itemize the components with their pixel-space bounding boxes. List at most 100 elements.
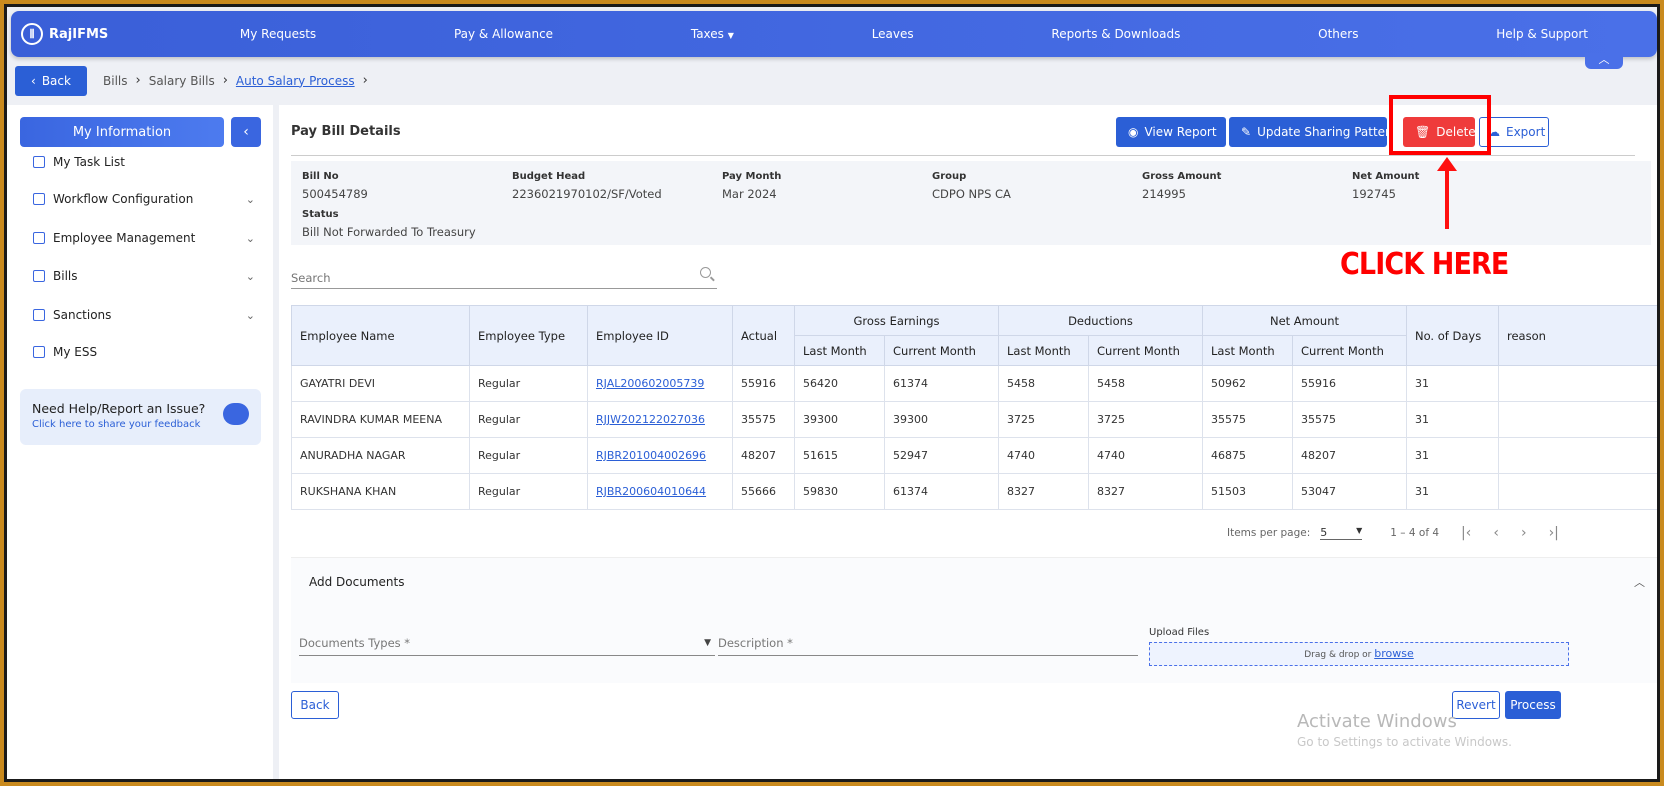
file-dropzone[interactable]: Drag & drop or browse — [1149, 642, 1569, 666]
cell-name: RAVINDRA KUMAR MEENA — [291, 401, 470, 438]
gross-amount-label: Gross Amount — [1142, 171, 1222, 182]
employee-id-link[interactable]: RJJW202122027036 — [596, 413, 705, 426]
breadcrumb-salary-bills[interactable]: Salary Bills — [149, 74, 215, 88]
back-button[interactable]: Back — [291, 691, 339, 719]
prev-page-icon[interactable]: ‹ — [1493, 525, 1499, 541]
feedback-link[interactable]: Click here to share your feedback — [32, 419, 249, 430]
chat-icon — [223, 403, 249, 425]
sidebar-item-bills[interactable]: Bills ⌄ — [33, 269, 255, 283]
chevron-down-icon: ⌄ — [245, 269, 255, 283]
employee-id-link[interactable]: RJBR201004002696 — [596, 449, 706, 462]
col-ded-last[interactable]: Last Month — [998, 335, 1089, 366]
cell-type: Regular — [469, 365, 588, 402]
chevron-right-icon: › — [222, 73, 228, 88]
cell-days: 31 — [1406, 401, 1499, 438]
nav-pay-allowance[interactable]: Pay & Allowance — [454, 27, 553, 41]
col-no-of-days[interactable]: No. of Days — [1406, 305, 1499, 366]
sidebar-item-label: Workflow Configuration — [53, 192, 194, 206]
sidebar-item-workflow[interactable]: Workflow Configuration ⌄ — [33, 192, 255, 206]
cell-net-last: 51503 — [1202, 473, 1293, 510]
search-input[interactable] — [291, 271, 671, 285]
cell-reason — [1498, 437, 1657, 474]
add-documents-title[interactable]: Add Documents — [309, 575, 404, 589]
first-page-icon[interactable]: |‹ — [1461, 525, 1471, 541]
app-frame: ⫼ RajIFMS My Requests Pay & Allowance Ta… — [4, 4, 1660, 782]
col-employee-id[interactable]: Employee ID — [587, 305, 733, 366]
sidebar-item-task-list[interactable]: My Task List — [33, 155, 255, 169]
bill-icon — [33, 270, 45, 282]
sidebar-item-label: Employee Management — [53, 231, 196, 245]
collapse-sidebar-button[interactable]: ‹ — [231, 117, 261, 147]
search-icon[interactable] — [700, 267, 711, 278]
back-nav-button[interactable]: ‹ Back — [15, 66, 87, 96]
help-box[interactable]: Need Help/Report an Issue? Click here to… — [20, 389, 261, 445]
workflow-icon — [33, 193, 45, 205]
cell-net-current: 55916 — [1292, 365, 1407, 402]
document-types-select[interactable]: Documents Types * ▼ — [299, 636, 715, 656]
nav-taxes-label: Taxes — [690, 27, 724, 41]
hand-icon — [33, 346, 45, 358]
nav-reports-downloads[interactable]: Reports & Downloads — [1051, 27, 1180, 41]
cell-net-current: 35575 — [1292, 401, 1407, 438]
col-employee-name[interactable]: Employee Name — [291, 305, 470, 366]
process-button[interactable]: Process — [1505, 691, 1561, 719]
cell-id: RJBR200604010644 — [587, 473, 733, 510]
col-gross-current[interactable]: Current Month — [884, 335, 999, 366]
cell-type: Regular — [469, 401, 588, 438]
cell-type: Regular — [469, 437, 588, 474]
update-sharing-label: Update Sharing Pattern — [1257, 125, 1398, 139]
sidebar-item-my-ess[interactable]: My ESS — [33, 345, 255, 359]
description-field[interactable]: Description * — [718, 636, 1138, 656]
view-report-button[interactable]: ◉ View Report — [1116, 117, 1226, 147]
chevron-up-icon[interactable]: ︿ — [1634, 574, 1645, 590]
title-divider — [291, 155, 1635, 156]
col-reason[interactable]: reason — [1498, 305, 1657, 366]
cell-reason — [1498, 365, 1657, 402]
cell-gross-current: 61374 — [884, 365, 999, 402]
main-panel: Pay Bill Details ◉ View Report ✎ Update … — [279, 105, 1657, 779]
collapse-nav-button[interactable]: ︿ — [1585, 53, 1623, 69]
col-gross-last[interactable]: Last Month — [794, 335, 885, 366]
gross-amount-field: Gross Amount 214995 — [1142, 171, 1221, 201]
my-information-header[interactable]: My Information — [20, 117, 224, 147]
page-size-value: 5 — [1320, 526, 1328, 539]
col-net-amount: Net Amount — [1202, 305, 1407, 336]
col-net-current[interactable]: Current Month — [1292, 335, 1407, 366]
pencil-icon: ✎ — [1241, 125, 1252, 139]
col-ded-current[interactable]: Current Month — [1088, 335, 1203, 366]
sidebar-item-employee-mgmt[interactable]: Employee Management ⌄ — [33, 231, 255, 245]
chevron-right-icon: › — [135, 73, 141, 88]
cell-ded-last: 5458 — [998, 365, 1089, 402]
nav-taxes[interactable]: Taxes ▼ — [691, 27, 734, 41]
sidebar-item-sanctions[interactable]: Sanctions ⌄ — [33, 308, 255, 322]
employee-id-link[interactable]: RJBR200604010644 — [596, 485, 706, 498]
app-logo[interactable]: ⫼ RajIFMS — [21, 23, 171, 45]
status-label: Status — [302, 209, 339, 220]
browse-link[interactable]: browse — [1374, 647, 1414, 660]
next-page-icon[interactable]: › — [1521, 525, 1527, 541]
page-size-select[interactable]: 5 ▼ — [1320, 526, 1363, 540]
update-sharing-button[interactable]: ✎ Update Sharing Pattern — [1229, 117, 1397, 147]
col-net-last[interactable]: Last Month — [1202, 335, 1293, 366]
cell-actual: 55666 — [732, 473, 795, 510]
breadcrumb-bills[interactable]: Bills — [103, 74, 128, 88]
last-page-icon[interactable]: ›| — [1549, 525, 1559, 541]
nav-help-support[interactable]: Help & Support — [1496, 27, 1588, 41]
col-actual[interactable]: Actual — [732, 305, 795, 366]
activate-windows-subtext: Go to Settings to activate Windows. — [1297, 735, 1512, 749]
cell-days: 31 — [1406, 365, 1499, 402]
breadcrumb-auto-salary[interactable]: Auto Salary Process — [236, 74, 355, 88]
export-label: Export — [1506, 125, 1546, 139]
cell-name: ANURADHA NAGAR — [291, 437, 470, 474]
employee-id-link[interactable]: RJAL200602005739 — [596, 377, 704, 390]
col-gross-earnings: Gross Earnings — [794, 305, 999, 336]
nav-others[interactable]: Others — [1318, 27, 1358, 41]
cell-reason — [1498, 473, 1657, 510]
revert-button[interactable]: Revert — [1452, 691, 1500, 719]
nav-my-requests[interactable]: My Requests — [240, 27, 316, 41]
chevron-up-icon: ︿ — [1598, 53, 1610, 66]
col-deductions: Deductions — [998, 305, 1203, 336]
nav-leaves[interactable]: Leaves — [872, 27, 914, 41]
col-employee-type[interactable]: Employee Type — [469, 305, 588, 366]
cell-ded-current: 4740 — [1088, 437, 1203, 474]
